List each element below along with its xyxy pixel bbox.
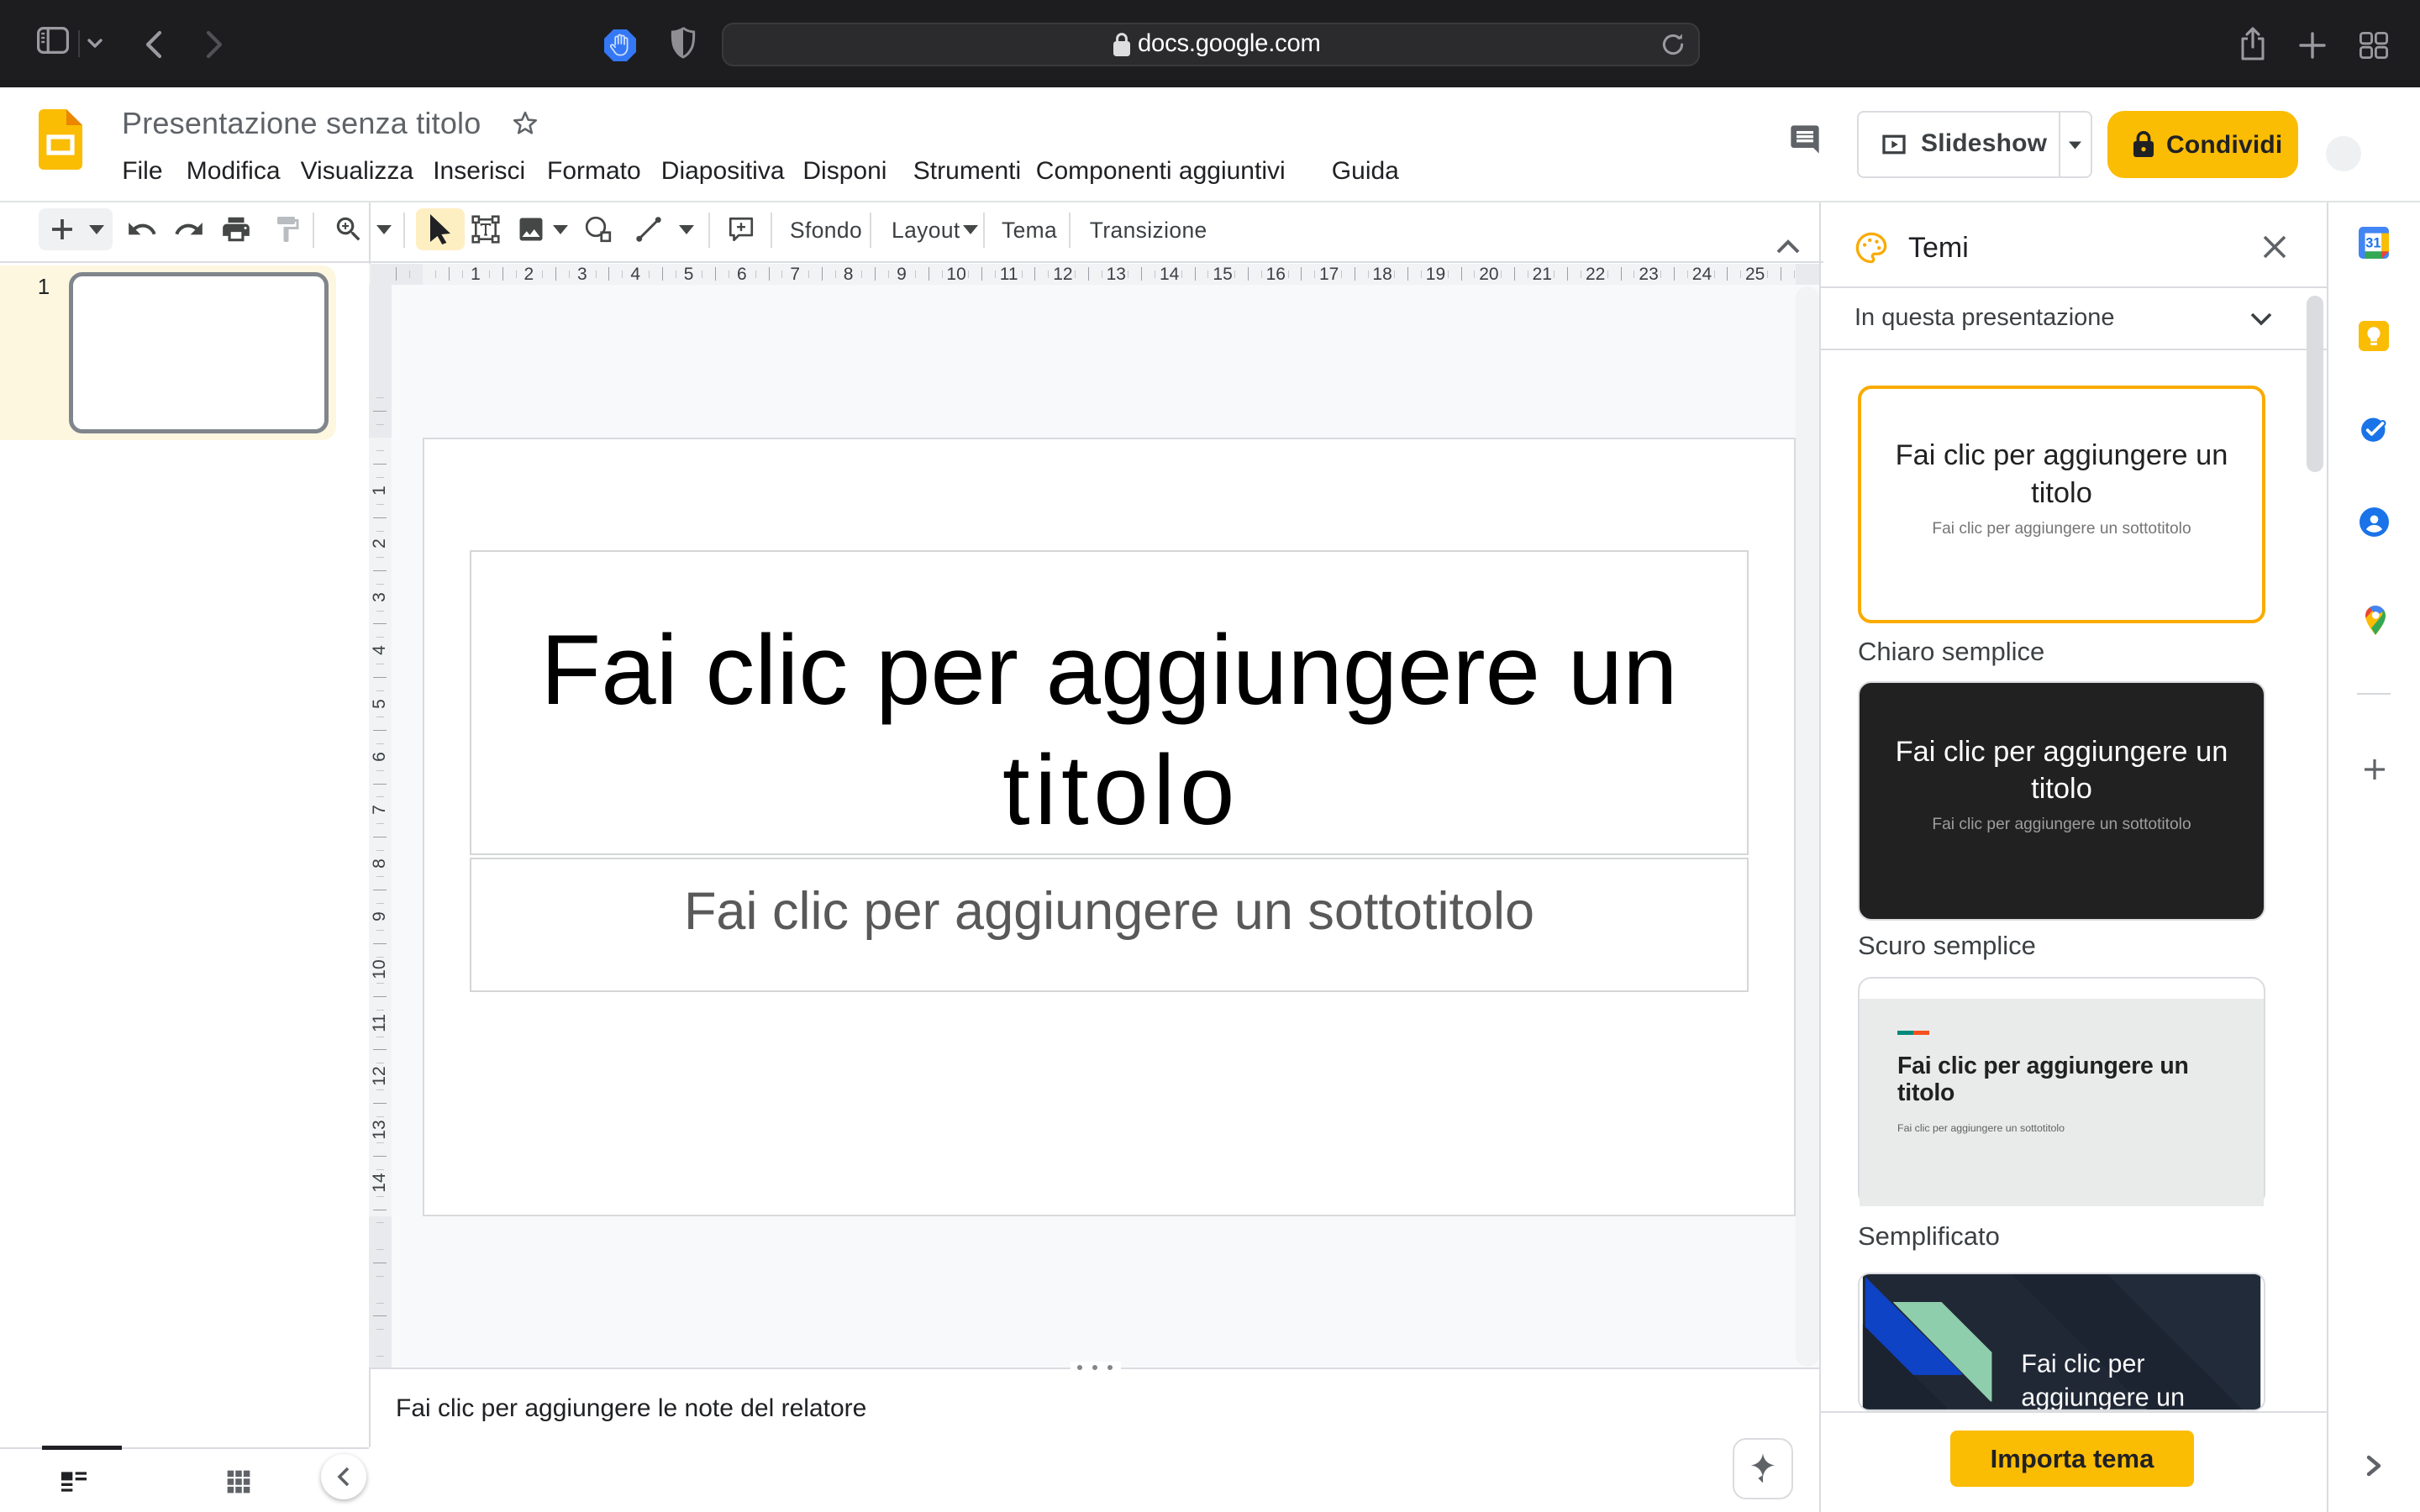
svg-text:31: 31 (2365, 236, 2381, 251)
svg-text:aggiungere un: aggiungere un (2021, 1383, 2185, 1410)
svg-text:Fai clic per: Fai clic per (2021, 1350, 2144, 1378)
